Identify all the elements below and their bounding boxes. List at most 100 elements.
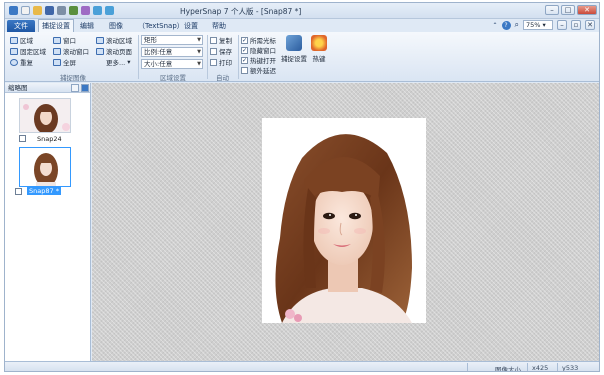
child-restore-button[interactable]: ▫ [571, 20, 581, 30]
thumbnail-panel-header: 缩略图 [5, 83, 90, 93]
auto-print-checkbox[interactable]: 打印 [210, 57, 232, 67]
image-size-label: 图像大小 [495, 366, 521, 372]
more-button[interactable]: 更多... ▾ [106, 57, 130, 67]
open-icon[interactable] [33, 6, 42, 15]
hotkey-icon [311, 35, 327, 51]
divider [557, 363, 558, 371]
extra-delay-checkbox[interactable]: 额外延迟 [241, 65, 276, 75]
tab-image[interactable]: 图像 [106, 20, 126, 32]
tab-textsnap[interactable]: （TextSnap） [135, 20, 187, 32]
scroll-region-button[interactable]: 滚动区域 [96, 35, 132, 45]
fullscreen-label: 全屏 [63, 59, 76, 67]
close-button[interactable]: ✕ [577, 5, 597, 15]
tab-file[interactable]: 文件 [7, 20, 35, 32]
size-select[interactable]: 大小:任意 ▼ [141, 59, 203, 69]
chevron-down-icon: ▼ [197, 49, 201, 55]
cursor-checkbox[interactable]: ✓ 所需光标 [241, 35, 276, 45]
captured-image[interactable] [262, 118, 426, 323]
email-icon[interactable] [81, 6, 90, 15]
auto-group-label: 自动 [216, 74, 229, 82]
checkbox-box [241, 66, 248, 74]
thumbnail-checkbox[interactable] [15, 188, 22, 195]
region-settings-group-label: 区域设置 [160, 74, 186, 82]
divider [207, 35, 208, 79]
checkbox-box [210, 36, 217, 44]
status-bar: 图像大小 x425 y533 [5, 361, 599, 372]
thumbnail-label-selected[interactable]: Snap87 * [27, 187, 61, 195]
window-controls: – □ ✕ [545, 5, 597, 15]
auto-print-label: 打印 [219, 59, 232, 67]
size-value: 大小:任意 [144, 60, 173, 68]
redo-icon[interactable] [105, 6, 114, 15]
undo-icon[interactable] [93, 6, 102, 15]
thumbnail-panel: 缩略图 Snap24 Snap87 * [5, 83, 91, 361]
panel-pin-icon[interactable] [71, 84, 79, 92]
print-icon[interactable] [57, 6, 66, 15]
divider [138, 35, 139, 79]
ratio-select[interactable]: 比例:任意 ▼ [141, 47, 203, 57]
thumbnail-snap24[interactable] [19, 98, 71, 133]
help-icon[interactable]: ? [501, 20, 511, 30]
fullscreen-icon [53, 58, 61, 66]
chevron-down-icon: ▾ [127, 58, 131, 66]
thumbnail-panel-title: 缩略图 [8, 84, 28, 92]
portrait-photo [262, 118, 426, 323]
divider [527, 363, 528, 371]
tab-edit[interactable]: 编辑 [77, 20, 97, 32]
minimize-button[interactable]: – [545, 5, 559, 15]
ribbon-collapse-icon[interactable]: ⌃ [492, 22, 497, 29]
ribbon-right-controls: ⌃ ? ⌕ 75% ▾ – ▫ ✕ [492, 20, 595, 30]
divider [238, 35, 239, 79]
fixed-region-button[interactable]: 固定区域 [10, 46, 46, 56]
auto-save-checkbox[interactable]: 保存 [210, 46, 232, 56]
image-canvas[interactable] [92, 83, 599, 361]
extra-delay-label: 额外延迟 [250, 67, 276, 75]
region-button[interactable]: 区域 [10, 35, 33, 45]
new-icon[interactable] [21, 6, 30, 15]
scroll-window-button[interactable]: 滚动窗口 [53, 46, 89, 56]
shape-select[interactable]: 矩形 ▼ [141, 35, 203, 45]
tab-settings[interactable]: 设置 [181, 20, 201, 32]
capture-settings-label: 捕捉设置 [281, 55, 307, 63]
tab-capture-settings[interactable]: 捕捉设置 [38, 19, 74, 32]
checkbox-checked: ✓ [241, 46, 248, 54]
fullscreen-button[interactable]: 全屏 [53, 57, 76, 67]
hide-window-checkbox[interactable]: ✓ 隐藏窗口 [241, 45, 276, 55]
capture-icon[interactable] [69, 6, 78, 15]
auto-copy-checkbox[interactable]: 复制 [210, 35, 232, 45]
auto-save-label: 保存 [219, 48, 232, 56]
shape-value: 矩形 [144, 36, 157, 44]
window-capture-button[interactable]: 窗口 [53, 35, 76, 45]
checkbox-checked: ✓ [241, 36, 248, 44]
hide-window-label: 隐藏窗口 [250, 47, 276, 55]
thumbnail-checkbox[interactable] [19, 135, 26, 142]
status-x: x425 [532, 364, 549, 372]
panel-close-icon[interactable] [81, 84, 89, 92]
thumbnail-label: Snap24 [37, 135, 62, 143]
maximize-button[interactable]: □ [561, 5, 575, 15]
thumbnail-image [20, 148, 70, 186]
hotkey-open-label: 热键打开 [250, 57, 276, 65]
ratio-value: 比例:任意 [144, 48, 173, 56]
region-label: 区域 [20, 37, 33, 45]
repeat-button[interactable]: 重复 [10, 57, 33, 67]
window-icon [53, 36, 61, 44]
cursor-label: 所需光标 [250, 37, 276, 45]
scroll-page-button[interactable]: 滚动页面 [96, 46, 132, 56]
app-icon[interactable] [9, 6, 18, 15]
zoom-select[interactable]: 75% ▾ [523, 20, 553, 30]
divider [467, 363, 468, 371]
checkbox-checked: ✓ [241, 56, 248, 64]
tab-help[interactable]: 帮助 [209, 20, 229, 32]
ribbon-tabs: 文件 捕捉设置 编辑 图像 （TextSnap） 设置 帮助 ⌃ ? ⌕ 75%… [5, 19, 599, 32]
hotkey-button[interactable]: 热键 [311, 35, 327, 63]
repeat-icon [10, 58, 18, 66]
capture-settings-button[interactable]: 捕捉设置 [281, 35, 307, 63]
save-icon[interactable] [45, 6, 54, 15]
child-close-button[interactable]: ✕ [585, 20, 595, 30]
search-icon[interactable]: ⌕ [515, 20, 519, 30]
child-minimize-button[interactable]: – [557, 20, 567, 30]
thumbnail-image [20, 99, 70, 132]
thumbnail-snap87[interactable] [19, 147, 71, 187]
hotkey-open-checkbox[interactable]: ✓ 热键打开 [241, 55, 276, 65]
